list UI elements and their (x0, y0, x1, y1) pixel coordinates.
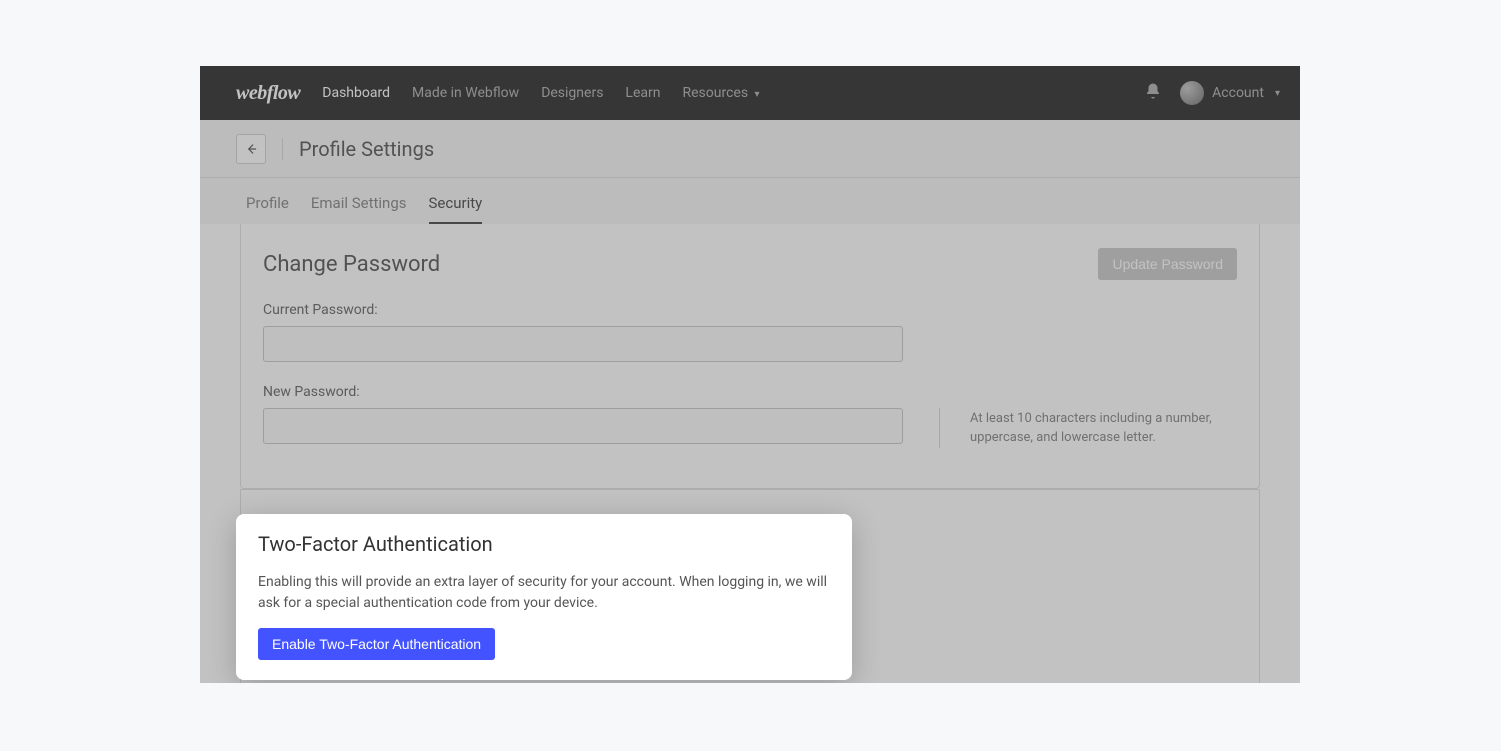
nav-designers[interactable]: Designers (541, 85, 603, 101)
nav-made-in-webflow[interactable]: Made in Webflow (412, 85, 519, 101)
panel-header: Change Password Update Password (263, 248, 1237, 280)
chevron-down-icon: ▾ (1275, 88, 1280, 99)
tab-row: Profile Email Settings Security (200, 178, 1300, 224)
app-frame: webflow Dashboard Made in Webflow Design… (200, 66, 1300, 683)
bell-icon[interactable] (1144, 82, 1162, 104)
nav-learn[interactable]: Learn (625, 85, 660, 101)
current-password-label: Current Password: (263, 302, 1237, 318)
new-password-row: At least 10 characters including a numbe… (263, 408, 1237, 448)
two-factor-description: Enabling this will provide an extra laye… (258, 572, 830, 614)
new-password-label: New Password: (263, 384, 1237, 400)
tab-profile[interactable]: Profile (246, 194, 289, 224)
account-menu[interactable]: Account ▾ (1180, 81, 1280, 105)
password-hint: At least 10 characters including a numbe… (970, 408, 1230, 448)
back-button[interactable] (236, 134, 266, 164)
nav-resources-label: Resources (682, 85, 748, 101)
tab-email-settings[interactable]: Email Settings (311, 194, 407, 224)
current-password-input[interactable] (263, 326, 903, 362)
divider (939, 408, 940, 448)
tab-security[interactable]: Security (429, 194, 483, 224)
change-password-title: Change Password (263, 252, 440, 277)
topbar-right: Account ▾ (1144, 81, 1280, 105)
topbar: webflow Dashboard Made in Webflow Design… (200, 66, 1300, 120)
page-title: Profile Settings (299, 137, 434, 161)
avatar (1180, 81, 1204, 105)
account-label: Account (1212, 85, 1264, 101)
arrow-left-icon (244, 142, 258, 156)
chevron-down-icon: ▾ (755, 89, 760, 100)
nav-resources[interactable]: Resources ▾ (682, 85, 759, 101)
nav-dashboard[interactable]: Dashboard (322, 85, 390, 101)
divider (282, 138, 283, 160)
new-password-input[interactable] (263, 408, 903, 444)
two-factor-title: Two-Factor Authentication (258, 532, 830, 556)
page-header: Profile Settings (200, 120, 1300, 178)
update-password-button[interactable]: Update Password (1098, 248, 1237, 280)
brand-logo[interactable]: webflow (236, 82, 300, 105)
enable-two-factor-button[interactable]: Enable Two-Factor Authentication (258, 628, 495, 660)
change-password-panel: Change Password Update Password Current … (240, 224, 1260, 489)
two-factor-popover: Two-Factor Authentication Enabling this … (236, 514, 852, 680)
